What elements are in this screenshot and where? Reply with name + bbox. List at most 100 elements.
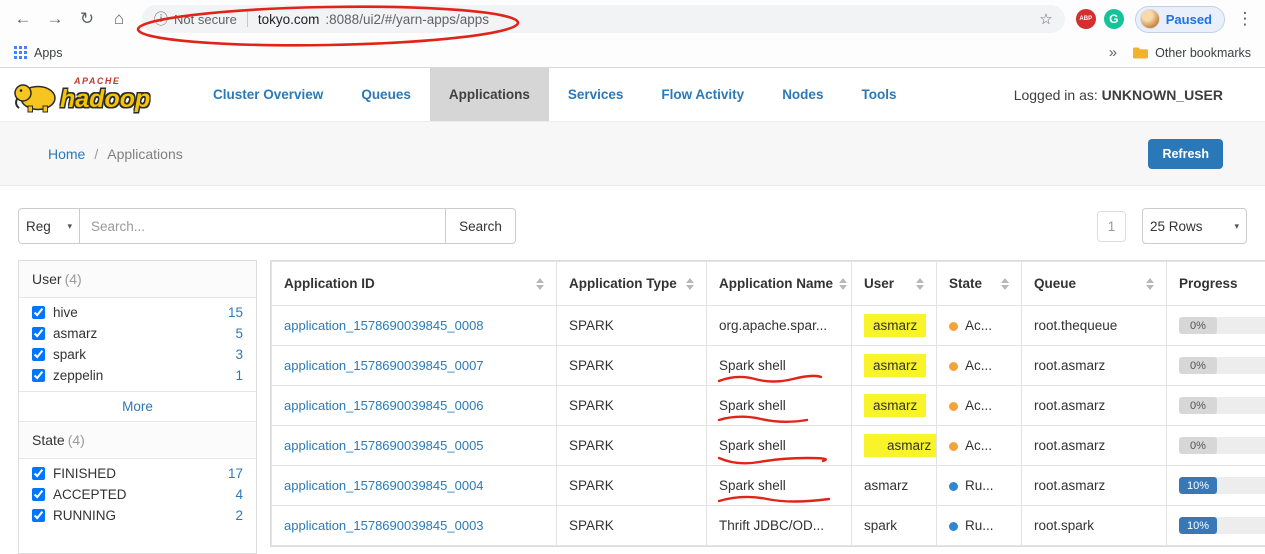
rows-per-page-select[interactable]: 25 Rows ▾: [1142, 208, 1247, 244]
facet-checkbox-running[interactable]: [32, 509, 45, 522]
info-icon[interactable]: ⓘ: [154, 9, 168, 29]
breadcrumb-home-link[interactable]: Home: [48, 146, 85, 162]
sort-icon: [839, 278, 847, 290]
queue-cell: root.thequeue: [1022, 306, 1167, 346]
search-button[interactable]: Search: [446, 208, 516, 244]
progress-bar: 10%: [1179, 477, 1265, 494]
progress-cell: 0%: [1167, 346, 1265, 386]
facet-checkbox-hive[interactable]: [32, 306, 45, 319]
back-icon[interactable]: ←: [8, 4, 38, 34]
forward-icon[interactable]: →: [40, 4, 70, 34]
bookmark-star-icon[interactable]: ☆: [1039, 10, 1052, 28]
nav-queues[interactable]: Queues: [342, 68, 430, 121]
bookmarks-overflow-icon[interactable]: »: [1109, 44, 1117, 61]
reload-icon[interactable]: ↻: [72, 4, 102, 34]
app-name-cell: Spark shell: [707, 426, 852, 466]
col-application-name[interactable]: Application Name: [707, 262, 852, 306]
facet-label: spark: [53, 347, 86, 362]
col-state[interactable]: State: [937, 262, 1022, 306]
col-application-type[interactable]: Application Type: [557, 262, 707, 306]
facet-count: 17: [228, 466, 243, 481]
content-area: User(4) hive 15 asmarz 5 spark 3 zeppeli…: [0, 260, 1265, 554]
nav-cluster-overview[interactable]: Cluster Overview: [194, 68, 342, 121]
table-row: application_1578690039845_0007 SPARK Spa…: [272, 346, 1265, 386]
nav-flow-activity[interactable]: Flow Activity: [642, 68, 763, 121]
facet-item-running: RUNNING 2: [19, 505, 256, 526]
bookmark-apps-label: Apps: [34, 46, 63, 60]
facet-item-spark: spark 3: [19, 344, 256, 365]
facet-checkbox-finished[interactable]: [32, 467, 45, 480]
status-dot-accepted: [949, 442, 958, 451]
breadcrumb-current: Applications: [107, 146, 183, 162]
home-icon[interactable]: ⌂: [104, 4, 134, 34]
search-type-value: Reg: [26, 219, 51, 234]
col-application-id[interactable]: Application ID: [272, 262, 557, 306]
app-name-cell: org.apache.spar...: [707, 306, 852, 346]
facet-checkbox-zeppelin[interactable]: [32, 369, 45, 382]
col-user[interactable]: User: [852, 262, 937, 306]
annotation-underline: [717, 453, 827, 466]
col-queue[interactable]: Queue: [1022, 262, 1167, 306]
facet-count: 3: [235, 347, 243, 362]
other-bookmarks[interactable]: Other bookmarks: [1133, 46, 1251, 60]
search-input[interactable]: [80, 208, 446, 244]
progress-bar: 0%: [1179, 357, 1265, 374]
application-link[interactable]: application_1578690039845_0006: [284, 398, 484, 413]
nav-services[interactable]: Services: [549, 68, 643, 121]
avatar: [1140, 9, 1160, 29]
nav-nodes[interactable]: Nodes: [763, 68, 842, 121]
nav-applications[interactable]: Applications: [430, 68, 549, 121]
application-link[interactable]: application_1578690039845_0005: [284, 438, 484, 453]
facet-checkbox-asmarz[interactable]: [32, 327, 45, 340]
facet-more-link[interactable]: More: [19, 391, 256, 421]
applications-table: Application ID Application Type Applicat…: [271, 261, 1265, 546]
hadoop-elephant-icon: [12, 77, 58, 113]
facet-label: ACCEPTED: [53, 487, 127, 502]
adblock-extension-icon[interactable]: ABP: [1076, 9, 1096, 29]
profile-chip[interactable]: Paused: [1135, 6, 1225, 33]
facet-label: FINISHED: [53, 466, 116, 481]
app-name-cell: Spark shell: [707, 466, 852, 506]
user-cell: asmarz: [852, 466, 937, 506]
application-link[interactable]: application_1578690039845_0003: [284, 518, 484, 533]
search-type-select[interactable]: Reg ▾: [18, 208, 80, 244]
application-link[interactable]: application_1578690039845_0008: [284, 318, 484, 333]
app-type-cell: SPARK: [557, 466, 707, 506]
facet-label: hive: [53, 305, 78, 320]
app-name-cell: Spark shell: [707, 386, 852, 426]
sort-icon: [1001, 278, 1009, 290]
chevron-down-icon: ▾: [1234, 221, 1239, 232]
address-divider: [247, 11, 248, 27]
annotation-underline: [717, 493, 833, 505]
app-type-cell: SPARK: [557, 506, 707, 546]
sort-icon: [686, 278, 694, 290]
status-dot-accepted: [949, 322, 958, 331]
application-link[interactable]: application_1578690039845_0004: [284, 478, 484, 493]
nav-tools[interactable]: Tools: [842, 68, 915, 121]
application-link[interactable]: application_1578690039845_0007: [284, 358, 484, 373]
facet-count: 5: [235, 326, 243, 341]
user-cell: asmarz: [852, 346, 937, 386]
facet-checkbox-spark[interactable]: [32, 348, 45, 361]
state-cell: Ac...: [937, 306, 1022, 346]
queue-cell: root.spark: [1022, 506, 1167, 546]
facet-checkbox-accepted[interactable]: [32, 488, 45, 501]
progress-cell: 10%: [1167, 506, 1265, 546]
breadcrumb-separator: /: [94, 146, 98, 162]
grammarly-extension-icon[interactable]: G: [1104, 9, 1124, 29]
highlighted-user: asmarz: [864, 354, 926, 377]
browser-menu-icon[interactable]: ⋮: [1233, 9, 1257, 29]
refresh-button[interactable]: Refresh: [1148, 139, 1223, 169]
pagination-page-1[interactable]: 1: [1097, 211, 1126, 242]
address-bar[interactable]: ⓘ Not secure tokyo.com :8088/ui2/#/yarn-…: [142, 5, 1065, 33]
browser-toolbar: ← → ↻ ⌂ ⓘ Not secure tokyo.com :8088/ui2…: [0, 0, 1265, 38]
col-progress[interactable]: Progress: [1167, 262, 1265, 306]
status-dot-accepted: [949, 362, 958, 371]
sync-status-label: Paused: [1166, 12, 1212, 27]
sort-icon: [916, 278, 924, 290]
hadoop-logo[interactable]: APACHE hadoop: [12, 68, 180, 121]
user-cell: asmarz: [852, 306, 937, 346]
logged-in-user: UNKNOWN_USER: [1102, 87, 1223, 103]
bookmark-apps[interactable]: Apps: [14, 46, 63, 60]
facet-item-accepted: ACCEPTED 4: [19, 484, 256, 505]
